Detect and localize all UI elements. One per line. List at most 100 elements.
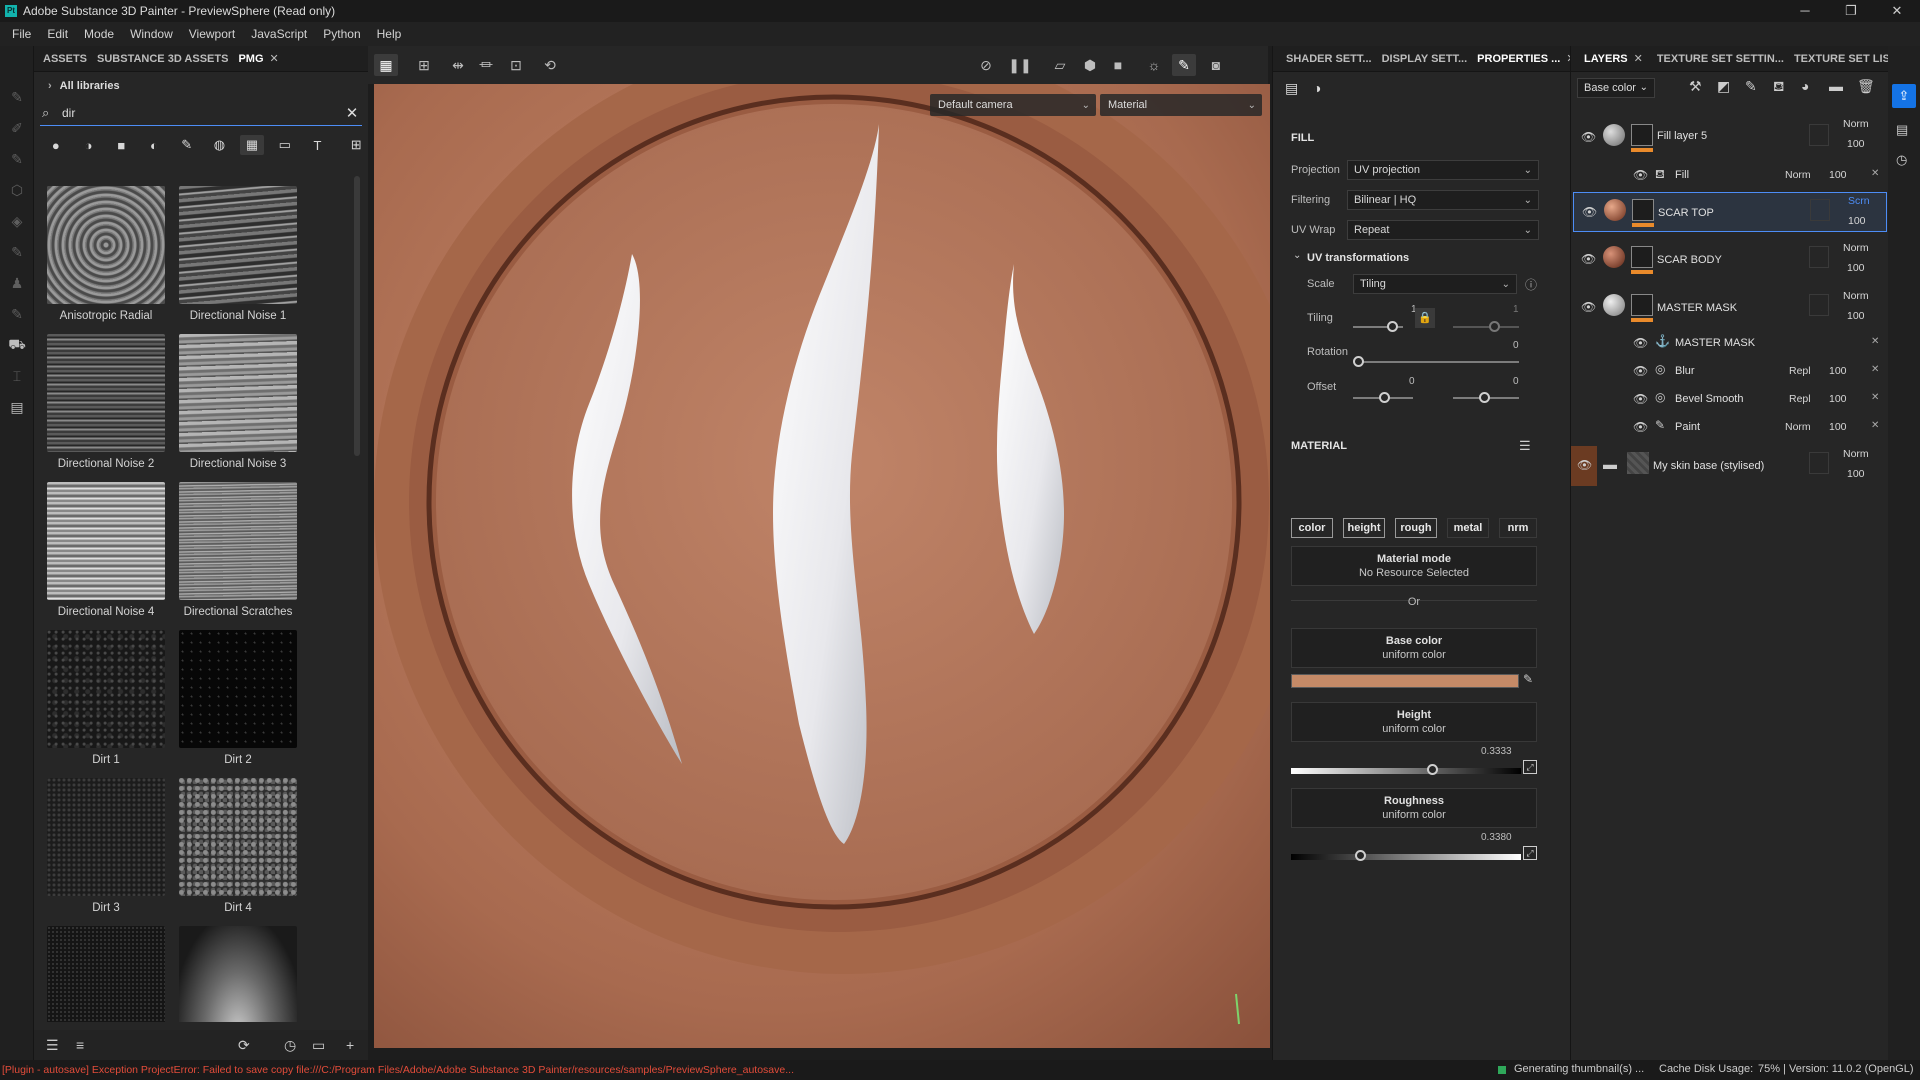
restore-icon[interactable]: ❐	[1828, 0, 1874, 22]
refresh-icon[interactable]: ⟳	[238, 1037, 250, 1054]
add-mask-icon[interactable]: ◩	[1717, 78, 1730, 95]
asset-item[interactable]: Dirt 1	[44, 630, 174, 778]
expand-icon[interactable]: ⤢	[1523, 846, 1537, 860]
tiling-slider-2[interactable]	[1453, 326, 1519, 328]
export-icon[interactable]: ⇪	[1892, 84, 1916, 108]
eye-icon[interactable]: 👁	[1581, 300, 1596, 314]
material-sphere-icon[interactable]: ◑	[1313, 80, 1321, 96]
lock-icon[interactable]: 🔒	[1415, 308, 1435, 328]
remove-icon[interactable]: ✕	[1871, 336, 1879, 347]
base-color-box[interactable]: Base color uniform color	[1291, 628, 1537, 668]
error-message[interactable]: [Plugin - autosave] Exception ProjectErr…	[2, 1064, 794, 1076]
asset-scrollbar[interactable]	[354, 176, 360, 456]
tab-texture-set-settings[interactable]: TEXTURE SET SETTIN...	[1652, 53, 1789, 65]
opacity-value[interactable]: 100	[1829, 393, 1847, 405]
channel-nrm-button[interactable]: nrm	[1499, 518, 1537, 538]
channel-height-button[interactable]: height	[1343, 518, 1385, 538]
clone-icon[interactable]: ✎	[0, 237, 34, 268]
history-icon[interactable]: ▤	[0, 392, 34, 423]
base-color-swatch[interactable]	[1291, 674, 1519, 688]
opacity-value[interactable]: 100	[1847, 468, 1865, 480]
screenshot-icon[interactable]: ◙	[1204, 54, 1228, 76]
channel-metal-button[interactable]: metal	[1447, 518, 1489, 538]
effect-row[interactable]: 👁 ◎ Bevel Smooth Repl 100 ✕	[1571, 388, 1889, 410]
asset-item[interactable]	[176, 926, 299, 1022]
bake-icon[interactable]: ⛟	[0, 330, 34, 361]
expand-icon[interactable]: ⤢	[1523, 760, 1537, 774]
selection-icon[interactable]: ♟	[0, 268, 34, 299]
viewport-3d[interactable]: Default camera ⌄ Material ⌄	[374, 84, 1270, 1048]
asset-item[interactable]: Dirt 2	[176, 630, 299, 778]
remove-icon[interactable]: ✕	[1871, 364, 1879, 375]
grid-icon[interactable]: ▦	[374, 54, 398, 76]
opacity-value[interactable]: 100	[1848, 215, 1866, 227]
projection-select[interactable]: UV projection ⌄	[1347, 160, 1539, 180]
add-paint-layer-icon[interactable]: ✎	[1745, 78, 1757, 95]
menu-viewport[interactable]: Viewport	[181, 27, 243, 41]
height-box[interactable]: Height uniform color	[1291, 702, 1537, 742]
opacity-value[interactable]: 100	[1829, 365, 1847, 377]
rotation-knob[interactable]	[1353, 356, 1364, 367]
tab-pmg[interactable]: PMG ✕	[233, 52, 283, 65]
eyedropper-icon[interactable]: ✎	[1523, 672, 1533, 686]
add-icon[interactable]: +	[346, 1037, 354, 1053]
color-picker-icon[interactable]: ✎	[0, 299, 34, 330]
hide-icon[interactable]: ⊘	[974, 54, 998, 76]
minimize-icon[interactable]: ─	[1782, 0, 1828, 22]
offset-knob-2[interactable]	[1479, 392, 1490, 403]
blend-mode[interactable]: Norm	[1785, 169, 1811, 181]
filtering-select[interactable]: Bilinear | HQ ⌄	[1347, 190, 1539, 210]
menu-javascript[interactable]: JavaScript	[243, 27, 315, 41]
remove-icon[interactable]: ✕	[1871, 420, 1879, 431]
menu-file[interactable]: File	[4, 27, 39, 41]
eye-icon[interactable]: 👁	[1581, 252, 1596, 266]
folder-row[interactable]: 👁 ▬ My skin base (stylised) Norm 100	[1571, 446, 1889, 486]
menu-edit[interactable]: Edit	[39, 27, 76, 41]
filter-texture-icon[interactable]: ▭	[273, 135, 297, 155]
geometry-fill-icon[interactable]: ⬡	[0, 175, 34, 206]
remove-icon[interactable]: ✕	[1871, 392, 1879, 403]
filter-particles-icon[interactable]: ◍	[208, 135, 232, 155]
filter-text-icon[interactable]: T	[306, 135, 330, 155]
asset-item[interactable]	[44, 926, 174, 1022]
properties-icon[interactable]: ▤	[1896, 122, 1908, 138]
filter-smart-material-icon[interactable]: ●	[44, 135, 68, 155]
opacity-value[interactable]: 100	[1829, 421, 1847, 433]
projection-icon[interactable]: ✎	[0, 144, 34, 175]
add-fill-layer-icon[interactable]: ⛾	[1773, 78, 1784, 97]
reset-icon[interactable]: ⟲	[538, 54, 562, 76]
history-icon[interactable]: ◷	[284, 1037, 296, 1054]
opacity-value[interactable]: 100	[1847, 262, 1865, 274]
tab-display-settings[interactable]: DISPLAY SETT...	[1377, 53, 1473, 65]
tab-shader-settings[interactable]: SHADER SETT...	[1281, 53, 1377, 65]
tiling-knob-1[interactable]	[1387, 321, 1398, 332]
camera-select[interactable]: Default camera ⌄	[930, 94, 1096, 116]
add-smart-material-icon[interactable]: ◕	[1801, 78, 1809, 94]
filter-material-icon[interactable]: ◑	[77, 135, 101, 155]
menu-window[interactable]: Window	[122, 27, 181, 41]
list-view-icon[interactable]: ☰	[46, 1037, 59, 1054]
info-icon[interactable]: ⓘ	[1525, 276, 1537, 293]
effect-row[interactable]: 👁 ◎ Blur Repl 100 ✕	[1571, 360, 1889, 382]
asset-item[interactable]: Directional Scratches	[176, 482, 299, 630]
opacity-value[interactable]: 100	[1847, 310, 1865, 322]
menu-help[interactable]: Help	[369, 27, 410, 41]
view-2d-icon[interactable]: ▱	[1048, 54, 1072, 76]
measure-icon[interactable]: ⌶	[0, 361, 34, 392]
paint-mode-icon[interactable]: ✎	[1172, 54, 1196, 76]
view-3d-icon[interactable]: ⬢	[1078, 54, 1102, 76]
close-icon[interactable]: ✕	[1874, 0, 1920, 22]
blend-mode[interactable]: Norm	[1843, 448, 1869, 460]
tab-properties[interactable]: PROPERTIES ...✕	[1472, 52, 1580, 65]
eye-icon[interactable]: 👁	[1633, 336, 1648, 350]
asset-item[interactable]: Dirt 3	[44, 778, 174, 926]
height-slider[interactable]	[1291, 768, 1521, 774]
search-input[interactable]	[62, 105, 342, 120]
folder-icon[interactable]: ▭	[312, 1037, 325, 1054]
blend-mode[interactable]: Norm	[1785, 421, 1811, 433]
smudge-icon[interactable]: ◈	[0, 206, 34, 237]
tab-layers[interactable]: LAYERS ✕	[1579, 52, 1648, 65]
eye-icon[interactable]: 👁	[1633, 168, 1648, 182]
asset-item[interactable]: Anisotropic Radial	[44, 186, 174, 334]
close-icon[interactable]: ✕	[1634, 53, 1643, 65]
